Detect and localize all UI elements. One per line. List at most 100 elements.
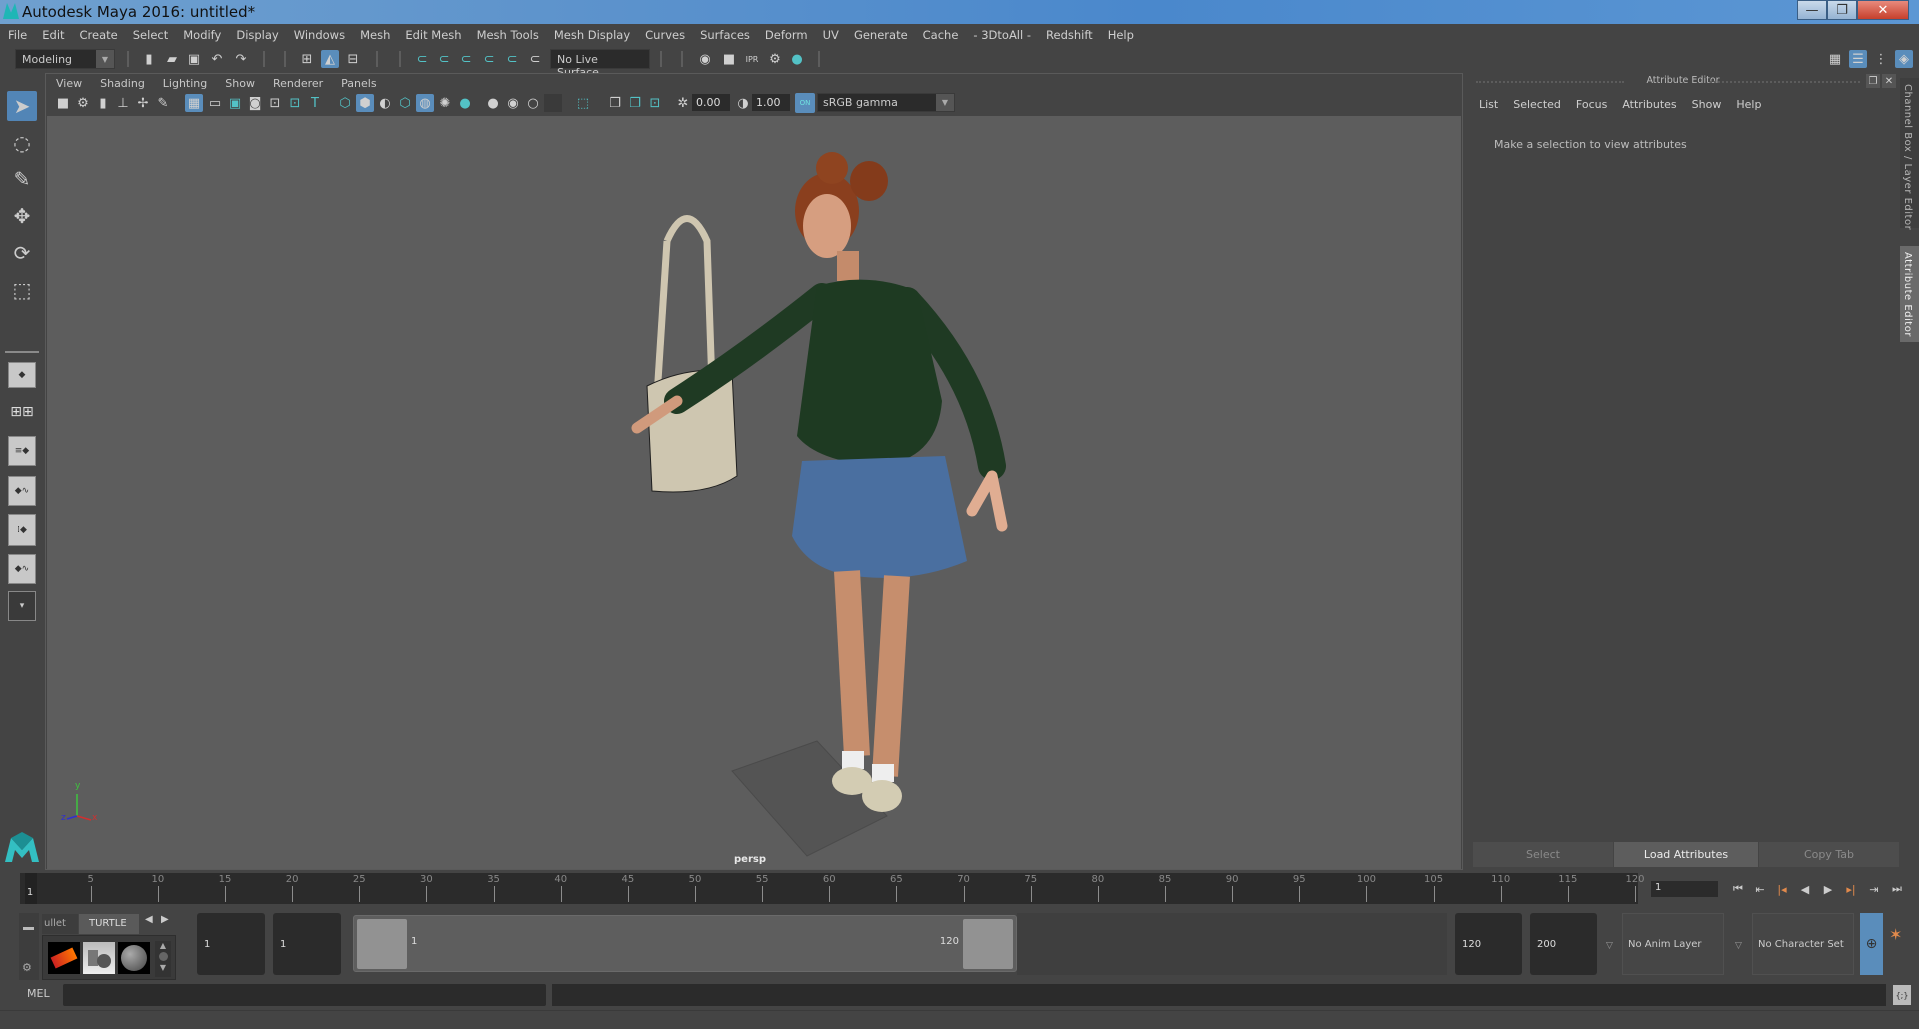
exposure-field[interactable]: 0.00	[692, 94, 730, 111]
tool-settings-icon[interactable]: ⋮	[1872, 50, 1890, 68]
render-settings-icon[interactable]: ⚙	[766, 50, 784, 68]
maximize-button[interactable]: ❐	[1827, 0, 1857, 20]
camera-attributes-icon[interactable]: ⚙	[74, 94, 92, 112]
tab-channel-box-layer-editor[interactable]: Channel Box / Layer Editor	[1900, 78, 1919, 230]
select-by-hierarchy-icon[interactable]: ⊞	[298, 50, 316, 68]
playback-start-field[interactable]: 1	[273, 913, 341, 975]
textured-icon[interactable]: ◍	[416, 94, 434, 112]
menu-display[interactable]: Display	[236, 28, 278, 42]
select-by-object-icon[interactable]: ◭	[321, 50, 339, 68]
animation-end-field[interactable]: 200	[1530, 913, 1597, 975]
four-view-layout-icon[interactable]: ⊞⊞	[8, 398, 36, 426]
ipr-render-icon[interactable]: IPR	[743, 50, 761, 68]
turtle-render-settings-icon[interactable]	[83, 942, 115, 974]
anim-layer-dropdown[interactable]: No Anim Layer	[1622, 913, 1724, 975]
scale-tool-icon[interactable]: ⬚	[7, 275, 37, 305]
menu-surfaces[interactable]: Surfaces	[700, 28, 750, 42]
default-material-icon[interactable]: ◐	[376, 94, 394, 112]
attribute-editor-toggle-icon[interactable]: ☰	[1849, 50, 1867, 68]
current-frame-field[interactable]: 1	[1651, 881, 1718, 897]
shadows-icon[interactable]: ●	[456, 94, 474, 112]
screen-space-ao-icon[interactable]: ●	[484, 94, 502, 112]
menu-modify[interactable]: Modify	[183, 28, 221, 42]
vp-menu-renderer[interactable]: Renderer	[273, 77, 323, 90]
lasso-tool-icon[interactable]: ◌	[7, 128, 37, 158]
snap-to-point-icon[interactable]: ⊂	[457, 50, 475, 68]
command-language-label[interactable]: MEL	[27, 987, 50, 1000]
animation-start-field[interactable]: 1	[197, 913, 265, 975]
live-surface-field[interactable]: No Live Surface	[550, 49, 650, 79]
channel-box-toggle-icon[interactable]: ◈	[1895, 50, 1913, 68]
shelf-tab-bullet[interactable]: ullet	[42, 914, 78, 934]
persp-graph-hypershade-layout-icon[interactable]: ◆∿	[8, 554, 36, 584]
play-forwards-icon[interactable]: ▶	[1818, 880, 1838, 898]
color-space-dropdown[interactable]: sRGB gamma ▼	[817, 93, 955, 112]
close-panel-icon[interactable]: ✕	[1882, 74, 1896, 88]
persp-outliner-layout-icon[interactable]: ≡◆	[8, 436, 36, 466]
safe-title-icon[interactable]: T	[306, 94, 324, 112]
vp-menu-lighting[interactable]: Lighting	[163, 77, 207, 90]
xray-joints-icon[interactable]: ❐	[626, 94, 644, 112]
grid-toggle-icon[interactable]: ▦	[185, 94, 203, 112]
menu-mesh-display[interactable]: Mesh Display	[554, 28, 630, 42]
modeling-toolkit-icon[interactable]: ▦	[1826, 50, 1844, 68]
chevron-down-icon[interactable]: ▽	[1735, 941, 1742, 951]
shelf-settings-icon[interactable]: ⚙	[22, 961, 32, 974]
motion-blur-icon[interactable]: ◉	[504, 94, 522, 112]
select-tool-icon[interactable]: ➤	[7, 91, 37, 121]
close-button[interactable]: ✕	[1857, 0, 1909, 20]
paint-select-tool-icon[interactable]: ✎	[7, 164, 37, 194]
menu-generate[interactable]: Generate	[854, 28, 908, 42]
persp-graph-layout-icon[interactable]: ◆∿	[8, 476, 36, 506]
xray-components-icon[interactable]: ⊡	[646, 94, 664, 112]
color-management-toggle[interactable]: ON	[795, 93, 815, 113]
shelf-scrollbar[interactable]: ▲ ▼	[155, 941, 171, 977]
time-slider[interactable]: 1 5 10 15 20 25 30 35 40 45 50 55 60 65 70 75 80 85 90 95 1…	[20, 873, 1645, 904]
snap-to-grid-icon[interactable]: ⊂	[413, 50, 431, 68]
menuset-dropdown[interactable]: Modeling ▼	[15, 49, 115, 69]
menu-mesh[interactable]: Mesh	[360, 28, 390, 42]
shelf-scroll-right-icon[interactable]: ▶	[161, 914, 169, 925]
chevron-down-icon[interactable]: ▽	[1606, 941, 1613, 951]
vp-menu-panels[interactable]: Panels	[341, 77, 376, 90]
single-perspective-layout-icon[interactable]: ◆	[8, 362, 36, 388]
field-chart-icon[interactable]: ⊡	[266, 94, 284, 112]
hypershade-icon[interactable]: ●	[788, 50, 806, 68]
isolate-select-icon[interactable]: ⬚	[574, 94, 592, 112]
snap-to-curve-icon[interactable]: ⊂	[435, 50, 453, 68]
float-panel-icon[interactable]: ❐	[1866, 74, 1880, 88]
step-forward-frame-icon[interactable]: ▸|	[1841, 880, 1861, 898]
wireframe-on-shaded-icon[interactable]: ⬡	[396, 94, 414, 112]
menu-redshift[interactable]: Redshift	[1046, 28, 1093, 42]
image-plane-icon[interactable]: ⊥	[114, 94, 132, 112]
auto-key-toggle-icon[interactable]: ⊕	[1860, 913, 1883, 975]
range-slider[interactable]: 1 120	[353, 915, 1017, 972]
script-editor-icon[interactable]: {;}	[1893, 985, 1911, 1005]
shelf-menu-icon[interactable]	[23, 927, 34, 930]
anti-aliasing-icon[interactable]: ○	[524, 94, 542, 112]
menu-help[interactable]: Help	[1108, 28, 1134, 42]
menu-uv[interactable]: UV	[823, 28, 839, 42]
more-layouts-button[interactable]: ▾	[8, 591, 36, 621]
select-camera-icon[interactable]: ■	[54, 94, 72, 112]
range-start-handle[interactable]	[357, 919, 407, 969]
copy-tab-button[interactable]: Copy Tab	[1759, 842, 1899, 867]
open-scene-icon[interactable]: ▰	[163, 50, 181, 68]
turtle-surface-shader-icon[interactable]	[118, 942, 150, 974]
step-back-key-icon[interactable]: ⇤	[1750, 880, 1770, 898]
depth-of-field-icon[interactable]	[544, 94, 562, 112]
shelf-scroll-left-icon[interactable]: ◀	[145, 914, 153, 925]
vp-menu-view[interactable]: View	[56, 77, 82, 90]
play-backwards-icon[interactable]: ◀	[1795, 880, 1815, 898]
tab-attribute-editor[interactable]: Attribute Editor	[1900, 246, 1919, 342]
smooth-shade-icon[interactable]: ⬢	[356, 94, 374, 112]
hypershade-persp-layout-icon[interactable]: ⁞◆	[8, 514, 36, 546]
shelf-tab-turtle[interactable]: TURTLE	[79, 914, 139, 934]
ae-menu-selected[interactable]: Selected	[1513, 98, 1561, 111]
menu-windows[interactable]: Windows	[294, 28, 345, 42]
3d-viewport[interactable]: y x z persp	[47, 116, 1461, 869]
film-gate-icon[interactable]: ▭	[206, 94, 224, 112]
ae-menu-focus[interactable]: Focus	[1576, 98, 1607, 111]
render-view-icon[interactable]: ◉	[696, 50, 714, 68]
range-end-handle[interactable]	[963, 919, 1013, 969]
